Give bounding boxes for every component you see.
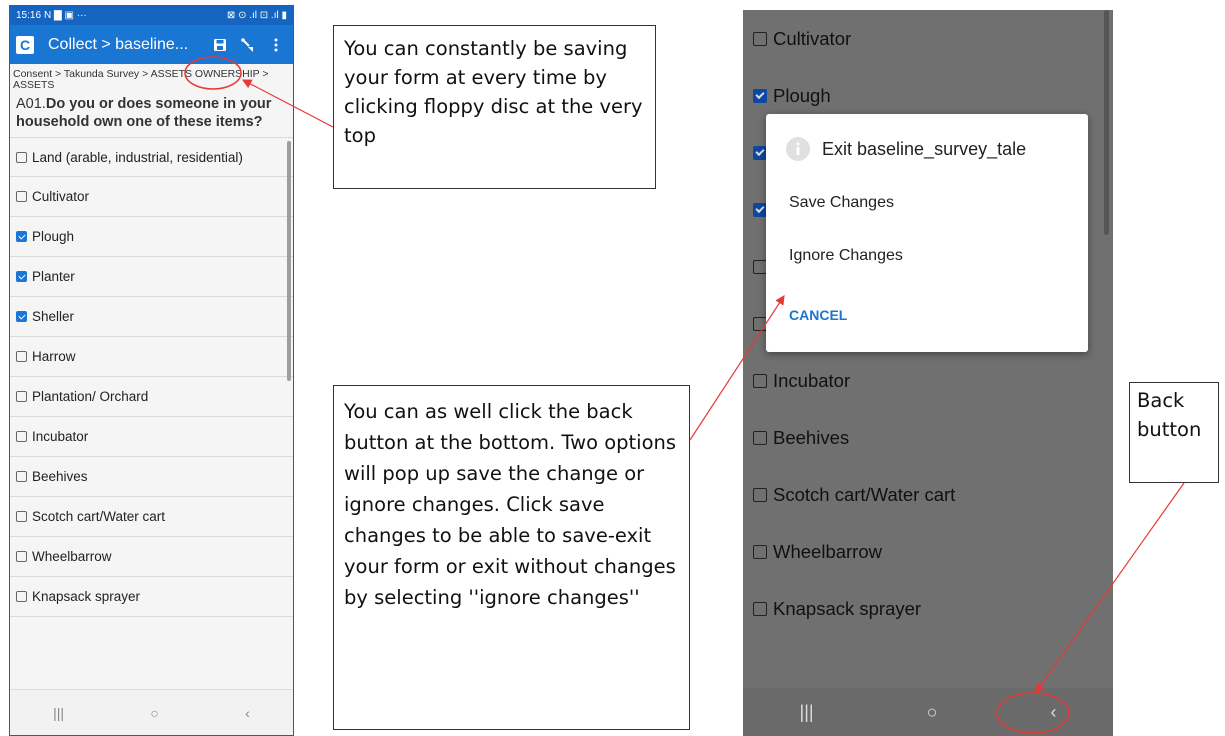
checkbox-checked[interactable] [16, 271, 27, 282]
home-button[interactable]: ○ [150, 705, 158, 721]
jump-icon[interactable] [237, 34, 259, 56]
more-vert-icon[interactable] [265, 34, 287, 56]
option-label: Beehives [32, 469, 88, 484]
status-system-icons: ⊠ ⊙ .ıl ⊡ .ıl ▮ [226, 10, 287, 21]
scrollbar[interactable] [287, 141, 291, 381]
option-label: Plough [773, 84, 831, 106]
save-changes-option[interactable]: Save Changes [766, 194, 1088, 212]
checkbox-checked[interactable] [16, 311, 27, 322]
option-row[interactable]: Plantation/ Orchard [10, 377, 293, 417]
checkbox[interactable] [16, 151, 27, 163]
status-bar: 15:16 N ▇ ▣ ··· ⊠ ⊙ .ıl ⊡ .ıl ▮ [10, 6, 293, 25]
option-row[interactable]: Sheller [10, 297, 293, 337]
option-label: Planter [32, 269, 75, 284]
option-row[interactable]: Beehives [10, 457, 293, 497]
checkbox [753, 316, 767, 331]
save-tip-callout: You can constantly be saving your form a… [333, 25, 656, 189]
option-row[interactable]: Planter [10, 257, 293, 297]
option-label: Cultivator [32, 189, 90, 204]
left-phone-screen: 15:16 N ▇ ▣ ··· ⊠ ⊙ .ıl ⊡ .ıl ▮ C Collec… [9, 5, 294, 736]
breadcrumb: Consent > Takunda Survey > ASSETS OWNERS… [13, 68, 269, 91]
checkbox[interactable] [16, 431, 27, 442]
option-row[interactable]: Plough [10, 217, 293, 257]
option-row: Incubator [743, 352, 1113, 409]
option-row: Cultivator [743, 10, 1113, 67]
option-row: Beehives [743, 409, 1113, 466]
question-text: A01.Do you or does someone in your house… [10, 91, 293, 137]
checkbox[interactable] [16, 471, 27, 482]
floppy-disc-icon[interactable] [209, 34, 231, 56]
checkbox[interactable] [16, 511, 27, 522]
option-label: Incubator [773, 369, 851, 391]
scrollbar [1104, 10, 1109, 235]
question-code: A01. [16, 96, 46, 112]
app-bar: C Collect > baseline... [10, 25, 293, 64]
checkbox[interactable] [16, 551, 27, 562]
status-notification-icons: N ▇ ▣ ··· [44, 10, 87, 21]
back-button[interactable]: ‹ [1050, 702, 1056, 723]
option-label: Plantation/ Orchard [32, 389, 149, 404]
dialog-title-text: Exit baseline_survey_tale [822, 138, 1027, 159]
checkbox [753, 601, 767, 616]
checkbox[interactable] [16, 191, 27, 202]
checkbox [753, 31, 767, 46]
checkbox-checked [753, 202, 767, 217]
question-label: Do you or does someone in your household… [16, 96, 272, 130]
option-label: Incubator [32, 429, 89, 444]
checkbox [753, 487, 767, 502]
option-row[interactable]: Scotch cart/Water cart [10, 497, 293, 537]
option-row[interactable]: Cultivator [10, 177, 293, 217]
exit-dialog: Exit baseline_survey_tale Save Changes I… [766, 114, 1088, 352]
option-label: Scotch cart/Water cart [773, 483, 956, 505]
option-label: Sheller [32, 309, 75, 324]
checkbox [753, 373, 767, 388]
nav-bar: ||| ○ ‹ [10, 689, 293, 735]
option-row: Scotch cart/Water cart [743, 466, 1113, 523]
option-label: Scotch cart/Water cart [32, 509, 166, 524]
option-row[interactable]: Incubator [10, 417, 293, 457]
checkbox-checked[interactable] [16, 231, 27, 242]
cancel-button[interactable]: CANCEL [766, 307, 1088, 323]
checkbox [753, 259, 767, 274]
collect-logo-icon: C [16, 35, 34, 54]
recents-button[interactable]: ||| [800, 702, 814, 723]
options-list: Land (arable, industrial, residential) Cu… [10, 137, 293, 617]
home-button[interactable]: ○ [927, 702, 938, 723]
app-title: Collect > baseline... [48, 35, 189, 53]
option-label: Knapsack sprayer [32, 589, 141, 604]
checkbox-checked [753, 145, 767, 160]
option-label: Cultivator [773, 27, 852, 49]
option-label: Plough [32, 229, 75, 244]
option-row: Knapsack sprayer [743, 580, 1113, 637]
checkbox [753, 544, 767, 559]
ignore-changes-option[interactable]: Ignore Changes [766, 247, 1088, 265]
option-row[interactable]: Knapsack sprayer [10, 577, 293, 617]
option-row[interactable]: Land (arable, industrial, residential) [10, 137, 293, 177]
checkbox[interactable] [16, 351, 27, 362]
checkbox[interactable] [16, 591, 27, 602]
status-time: 15:16 [16, 10, 42, 21]
info-icon [786, 137, 810, 161]
back-tip-callout: You can as well click the back button at… [333, 385, 690, 730]
option-label: Wheelbarrow [32, 549, 112, 564]
option-row[interactable]: Harrow [10, 337, 293, 377]
option-label: Harrow [32, 349, 76, 364]
checkbox-checked [753, 88, 767, 103]
nav-bar: ||| ○ ‹ [743, 688, 1113, 736]
checkbox[interactable] [16, 391, 27, 402]
back-button-label: Back button [1129, 382, 1219, 483]
right-phone-screen: Cultivator Plough Incubator Beehives Scotch … [743, 10, 1113, 736]
option-row[interactable]: Wheelbarrow [10, 537, 293, 577]
back-button[interactable]: ‹ [245, 705, 250, 721]
recents-button[interactable]: ||| [53, 705, 64, 721]
option-label: Wheelbarrow [773, 540, 882, 562]
option-label: Knapsack sprayer [773, 597, 922, 619]
option-row: Wheelbarrow [743, 523, 1113, 580]
dialog-title: Exit baseline_survey_tale [766, 114, 1088, 161]
option-label: Land (arable, industrial, residential) [32, 149, 243, 165]
checkbox [753, 430, 767, 445]
option-label: Beehives [773, 426, 850, 448]
